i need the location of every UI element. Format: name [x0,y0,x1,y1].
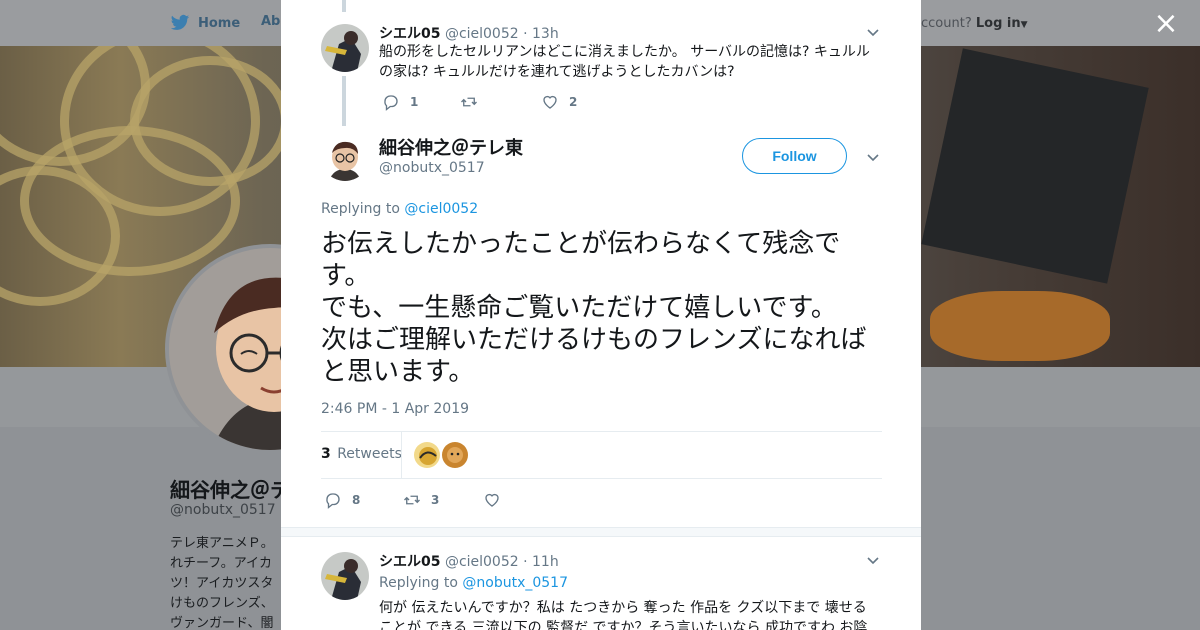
twitter-bird-icon [170,14,190,30]
chevron-down-icon[interactable] [866,150,880,164]
replying-to-link[interactable]: @ciel0052 [404,201,478,217]
prev-tweet-text: 船の形をしたセルリアンはどこに消えましたか。 サーバルの記憶は? キュルルの家は… [379,44,870,80]
retweet-stat-label: Retweets [337,446,402,462]
tweet-line: お伝えしたかったことが伝わらなくて残念です。 [321,229,841,291]
reply-tweet-text: 何が 伝えたいんですか？私は たつきから 奪った 作品を クズ以下まで 壊せるこ… [379,600,868,630]
reply-count: 1 [410,95,419,109]
reply-button[interactable]: 8 [324,491,360,509]
profile-name: 細谷伸之＠テ [170,478,281,502]
main-tweet-text: お伝えしたかったことが伝わらなくて残念です。 でも、一生懸命ご覧いただけて嬉しい… [321,228,881,388]
prev-tweet-name[interactable]: シエル05 [379,26,440,42]
replies-divider [281,527,921,537]
reply-count: 8 [352,493,361,507]
heart-icon [543,95,557,109]
retweet-button[interactable] [460,93,488,111]
follow-button[interactable]: Follow [742,138,847,174]
profile-bio: テレ東アニメＰ。 れチーフ。アイカ ツ！アイカツスタ けものフレンズ、 ヴァンガ… [170,534,281,630]
thread-connector [342,76,346,126]
bio-line: ヴァンガード、闇 [170,616,274,630]
stats-divider [401,432,402,478]
tweet-line: でも、一生懸命ご覧いただけて嬉しいです。 [321,293,837,323]
nav-home-label: Home [198,15,241,31]
reply-tweet-name[interactable]: シエル05 [379,554,440,570]
bio-line: けものフレンズ、 [170,596,274,611]
reply-icon [326,493,340,509]
retweet-icon [461,97,477,107]
retweet-stat-count: 3 [321,446,331,462]
retweeter-avatar[interactable] [442,442,468,468]
tweet-modal: シエル05 @ciel0052 · 13h 船の形をしたセルリアンはどこに消えま… [281,0,921,630]
retweet-icon [404,495,420,505]
prev-tweet-header: シエル05 @ciel0052 · 13h [379,23,559,43]
replying-prefix: Replying to [379,575,458,591]
login-prompt: ccount? Log in▼ [921,16,1028,31]
retweet-button[interactable]: 3 [403,491,439,509]
like-count: 2 [569,95,578,109]
retweet-count: 3 [431,493,440,507]
seaweed-shape [921,48,1149,284]
reply-replying-to: Replying to @nobutx_0517 [379,575,568,591]
like-button[interactable]: 2 [541,93,577,111]
bio-line: テレ東アニメＰ。 [170,536,274,551]
main-tweet-handle[interactable]: @nobutx_0517 [379,160,485,176]
like-button[interactable] [483,491,511,509]
replying-to-link[interactable]: @nobutx_0517 [462,575,568,591]
reply-tweet-handle[interactable]: @ciel0052 [445,554,519,570]
bio-line: れチーフ。アイカ [170,556,273,571]
chevron-down-icon[interactable] [866,553,880,567]
prev-tweet-handle[interactable]: @ciel0052 [445,26,519,42]
tweet-stats: 3 Retweets [321,431,882,479]
nav-home[interactable]: Home [170,14,240,32]
retweeter-avatar[interactable] [414,442,440,468]
login-prompt-text: ccount? [921,16,972,31]
reply-tweet-time[interactable]: · 11h [523,554,559,570]
thread-connector [342,0,346,12]
replying-prefix: Replying to [321,201,400,217]
heart-icon [485,493,499,507]
close-icon[interactable]: × [1150,9,1182,41]
nobutx-avatar[interactable] [321,133,369,181]
login-caret-icon: ▼ [1020,20,1028,30]
retweet-stat[interactable]: 3 Retweets [321,446,402,462]
tweet-line: 次はご理解いただけるけものフレンズになればと思います。 [321,325,867,387]
reply-tweet-header: シエル05 @ciel0052 · 11h [379,551,559,571]
bio-line: ツ！アイカツスタ [170,576,274,591]
chevron-down-icon[interactable] [866,25,880,39]
ciel-avatar[interactable] [321,24,369,72]
reply-button[interactable]: 1 [382,93,418,111]
replying-to: Replying to @ciel0052 [321,201,478,217]
login-link[interactable]: Log in [976,16,1021,31]
main-tweet-name[interactable]: 細谷伸之＠テレ東 [379,134,523,160]
tweet-timestamp[interactable]: 2:46 PM - 1 Apr 2019 [321,401,469,417]
ciel-avatar[interactable] [321,552,369,600]
reply-icon [384,95,398,111]
prev-tweet-time[interactable]: · 13h [523,26,559,42]
profile-handle: @nobutx_0517 [170,502,276,518]
egg-shape [930,291,1110,361]
